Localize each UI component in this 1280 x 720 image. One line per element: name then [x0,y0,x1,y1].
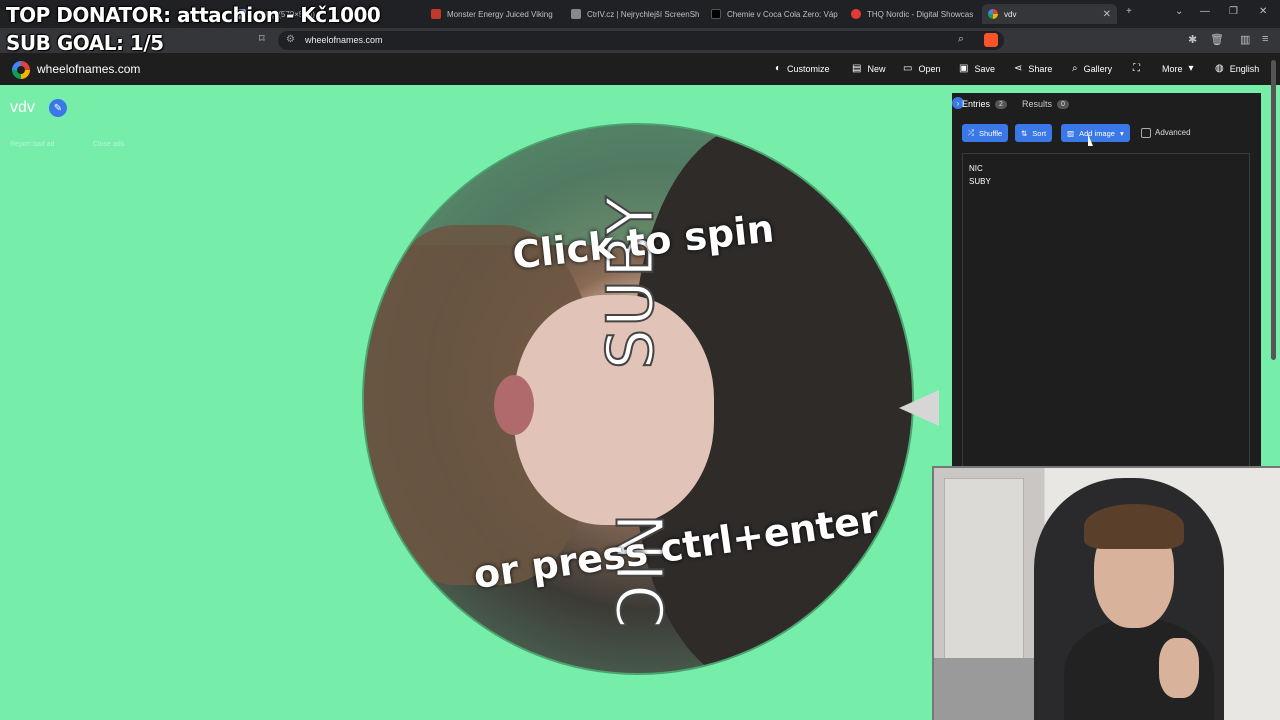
extensions-icon[interactable]: ✱ [1188,33,1197,46]
more-label: More [1162,63,1183,74]
tab-label: vdv [1004,9,1017,19]
tiktok-favicon-icon [711,9,721,19]
entry-line: SUBY [969,177,991,186]
gallery-label: Gallery [1083,63,1113,74]
add-image-label: Add image [1079,128,1115,138]
page-scrollbar[interactable] [1271,60,1276,360]
advanced-checkbox[interactable] [1141,128,1151,138]
close-window-icon[interactable]: ✕ [1259,6,1267,17]
more-button[interactable]: More ▾ [1162,63,1194,74]
site-header: wheelofnames.com ◐ Customize ▤ New ▭ Ope… [0,53,1280,85]
entries-count-badge: 2 [995,99,1007,109]
language-button[interactable]: ◍ English [1215,63,1259,74]
tab-label: CtrlV.cz | Nejrychlejší ScreenSh [587,9,700,19]
entry-line: NIC [969,164,983,173]
tab-results[interactable]: Results 0 [1022,99,1069,109]
open-button[interactable]: ▭ Open [903,63,940,74]
webcam-streamer-hair [1084,504,1184,549]
wheel-image-mouth [494,375,534,435]
folder-icon: ▭ [903,63,913,74]
webcam-streamer-hand [1159,638,1199,698]
save-button[interactable]: ▣ Save [959,63,995,74]
new-button[interactable]: ▤ New [852,63,885,74]
shuffle-label: Shuffle [979,128,1003,138]
monster-favicon-icon [431,9,441,19]
webcam-overlay [932,466,1280,720]
sort-icon: ⇅ [1021,128,1028,138]
mouse-cursor-icon [1088,134,1093,146]
sub-goal-overlay: SUB GOAL: 1/5 [6,31,164,55]
sidebar-icon[interactable]: ▥ [1240,33,1250,46]
browser-tab[interactable]: Monster Energy Juiced Viking [425,4,560,24]
shuffle-button[interactable]: ⤮ Shuffle [962,124,1009,142]
dropdown-arrow-icon: ▾ [1119,128,1124,138]
sort-label: Sort [1032,128,1047,138]
browser-tab[interactable]: Chemie v Coca Cola Zero: Váp [705,4,840,24]
edit-title-button[interactable]: ✎ [49,99,67,117]
close-ads-link[interactable]: Close ads [93,141,124,148]
tab-search-icon[interactable]: ⌄ [1175,6,1183,17]
minimize-icon[interactable]: — [1200,6,1210,17]
omnibox[interactable]: ⚙ wheelofnames.com ⌕ [278,31,1004,50]
brave-shield-icon[interactable] [984,33,998,47]
wheel-pointer-icon [899,390,939,426]
report-ad-link[interactable]: Report bad ad [10,141,54,148]
site-name[interactable]: wheelofnames.com [37,62,140,76]
wheel-title: vdv [10,99,35,116]
site-info-icon[interactable]: ⚙ [286,34,295,45]
entries-panel: › Entries 2 Results 0 ⤮ Shuffle ⇅ Sort ▨… [952,93,1261,467]
share-icon: ⋖ [1014,63,1023,74]
new-file-icon: ▤ [852,63,862,74]
site-logo-icon[interactable] [12,61,30,79]
webcam-wardrobe [944,478,1024,678]
add-image-button[interactable]: ▨ Add image ▾ [1061,124,1130,142]
tab-label: Chemie v Coca Cola Zero: Váp [727,9,838,19]
sort-button[interactable]: ⇅ Sort [1015,124,1053,142]
browser-tab[interactable]: THQ Nordic - Digital Showcas [845,4,980,24]
fullscreen-icon: ⛶ [1133,63,1140,74]
url-text: wheelofnames.com [305,35,383,45]
search-icon[interactable]: ⌕ [958,33,964,46]
tab-label: THQ Nordic - Digital Showcas [867,9,974,19]
share-button[interactable]: ⋖ Share [1014,63,1052,74]
open-label: Open [918,63,941,74]
search-icon: ⌕ [1072,63,1078,74]
results-count-badge: 0 [1057,99,1069,109]
save-icon: ▣ [959,63,969,74]
spin-wheel[interactable]: SUBY NIC Click to spin or press ctrl+ent… [362,123,914,675]
ctrlv-favicon-icon [571,9,581,19]
save-label: Save [974,63,995,74]
shuffle-icon: ⤮ [968,128,974,137]
bookmark-icon[interactable]: ⌑ [259,32,265,45]
tab-entries[interactable]: Entries 2 [962,99,1007,109]
browser-tab[interactable]: CtrlV.cz | Nejrychlejší ScreenSh [565,4,700,24]
fullscreen-button[interactable]: ⛶ [1133,63,1140,74]
top-donator-overlay: TOP DONATOR: attachion - Kč1000 [6,3,381,27]
tab-label: Monster Energy Juiced Viking [447,9,553,19]
new-tab-icon[interactable]: + [1126,6,1132,17]
customize-button[interactable]: ◐ Customize [775,63,830,74]
customize-label: Customize [787,63,830,74]
menu-icon[interactable]: ≡ [1262,33,1268,45]
thq-favicon-icon [851,9,861,19]
language-label: English [1229,63,1260,74]
entries-textarea[interactable]: NIC SUBY [962,153,1250,467]
delete-icon[interactable]: 🗑 [1210,33,1224,46]
share-label: Share [1028,63,1053,74]
restore-icon[interactable]: ❐ [1229,6,1238,17]
pencil-icon: ✎ [53,102,63,114]
browser-tab-active[interactable]: vdv ✕ [982,4,1117,24]
close-tab-icon[interactable]: ✕ [1103,9,1111,20]
wheel-favicon-icon [988,9,998,19]
globe-icon: ◍ [1215,63,1224,74]
advanced-label: Advanced [1155,128,1191,137]
dropdown-arrow-icon: ▾ [1188,63,1194,74]
address-bar-row: ⚙ wheelofnames.com ⌕ ✱ 🗑 ▥ ≡ [0,28,1280,53]
gallery-button[interactable]: ⌕ Gallery [1072,63,1112,74]
entries-tab-label: Entries [962,99,991,109]
image-icon: ▨ [1067,128,1075,138]
palette-icon: ◐ [775,63,782,74]
new-label: New [867,63,886,74]
results-tab-label: Results [1022,99,1053,109]
